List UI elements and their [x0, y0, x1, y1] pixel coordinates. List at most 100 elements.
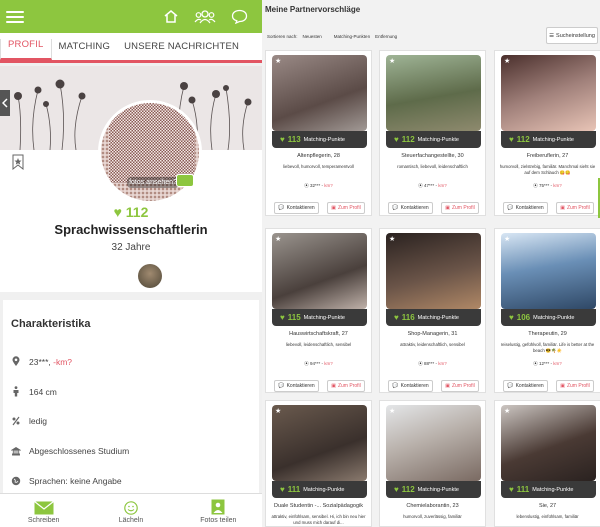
- heart-icon: ♥: [394, 485, 399, 494]
- contact-button[interactable]: 💬 Kontaktieren: [388, 202, 433, 214]
- favorite-star-icon[interactable]: ★: [504, 235, 510, 243]
- relationship-icon: [11, 416, 21, 426]
- chat-icon: 💬: [507, 205, 514, 211]
- suggestion-card[interactable]: ★ ♥ 111 Matching-Punkte Duale Studentin -...…: [265, 400, 372, 527]
- profile-tabs: PROFIL MATCHING UNSERE NACHRICHTEN: [0, 33, 262, 63]
- menu-icon[interactable]: [6, 10, 24, 23]
- matching-bar: ♥ 116 Matching-Punkte: [386, 309, 481, 326]
- suggestion-card[interactable]: ★ ♥ 115 Matching-Punkte Hauswirtschaftskraft…: [265, 228, 372, 393]
- smile-button[interactable]: Lächeln: [87, 494, 174, 527]
- suggestion-photo[interactable]: ★: [272, 405, 367, 481]
- view-profile-button[interactable]: ▣ Zum Profil: [327, 380, 365, 392]
- bookmark-star-icon[interactable]: [12, 154, 24, 175]
- matching-label: Matching-Punkte: [417, 136, 459, 143]
- suggestion-location: ⦿ 75*** - km?: [533, 183, 562, 188]
- tab-nachrichten[interactable]: UNSERE NACHRICHTEN: [117, 41, 246, 60]
- share-photos-button[interactable]: Fotos teilen: [175, 494, 262, 527]
- view-profile-button[interactable]: ▣ Zum Profil: [556, 202, 594, 214]
- suggestion-photo[interactable]: ★: [501, 55, 596, 131]
- favorite-star-icon[interactable]: ★: [275, 407, 281, 415]
- matching-points: 115: [287, 313, 301, 322]
- contact-button[interactable]: 💬 Kontaktieren: [274, 202, 319, 214]
- globe-icon: [11, 476, 21, 486]
- contact-button[interactable]: 💬 Kontaktieren: [503, 380, 548, 392]
- contact-button[interactable]: 💬 Kontaktieren: [388, 380, 433, 392]
- tab-profil[interactable]: PROFIL: [0, 39, 52, 60]
- search-settings-button[interactable]: ☰ Sucheinstellung: [546, 27, 598, 44]
- profile-title: Sprachwissenschaftlerin: [54, 222, 208, 237]
- suggestion-card[interactable]: ★ ♥ 116 Matching-Punkte Shop-Managerin, 31 at…: [379, 228, 486, 393]
- location-pin-icon: ⦿: [533, 361, 538, 366]
- matching-bar: ♥ 115 Matching-Punkte: [272, 309, 367, 326]
- profile-icon: ▣: [560, 383, 565, 389]
- suggestion-name: Sie, 27: [538, 503, 557, 509]
- tab-matching[interactable]: MATCHING: [52, 41, 118, 60]
- suggestion-name: Freiberuflerin, 27: [526, 153, 569, 159]
- matching-points: 112: [401, 135, 415, 144]
- matching-points: 112: [516, 135, 530, 144]
- write-button[interactable]: Schreiben: [0, 494, 87, 527]
- profile-avatar[interactable]: fotos ansehen?: [98, 100, 202, 204]
- favorite-star-icon[interactable]: ★: [389, 57, 395, 65]
- suggestion-name: Hauswirtschaftskraft, 27: [289, 331, 348, 337]
- suggestion-photo[interactable]: ★: [272, 233, 367, 309]
- contact-button[interactable]: 💬 Kontaktieren: [274, 380, 319, 392]
- view-profile-button[interactable]: ▣ Zum Profil: [327, 202, 365, 214]
- suggestion-card[interactable]: ★ ♥ 112 Matching-Punkte Steuerfachangestellt…: [379, 50, 486, 216]
- view-profile-button[interactable]: ▣ Zum Profil: [441, 380, 479, 392]
- favorite-star-icon[interactable]: ★: [389, 407, 395, 415]
- suggestions-panel: Meine Partnervorschläge Sortieren nach: …: [262, 0, 600, 527]
- profile-panel: PROFIL MATCHING UNSERE NACHRICHTEN fotos…: [0, 0, 262, 527]
- suggestion-tags: reiselustig, gefühlvoll, familiär. Life …: [500, 342, 595, 353]
- suggestion-card[interactable]: ★ ♥ 112 Matching-Punkte Chemielaborantin, 23…: [379, 400, 486, 527]
- suggestion-tags: romantisch, liebevoll, leidenschaftlich: [397, 164, 468, 169]
- suggestion-card[interactable]: ★ ♥ 111 Matching-Punkte Sie, 27 lebenslustig,…: [494, 400, 600, 527]
- favorite-star-icon[interactable]: ★: [389, 235, 395, 243]
- suggestion-location: ⦿ 88*** - km?: [418, 361, 447, 366]
- cover-prev-arrow[interactable]: [0, 90, 10, 116]
- suggestion-tags: attraktiv, leidenschaftlich, sensibel: [400, 342, 465, 347]
- view-profile-button[interactable]: ▣ Zum Profil: [556, 380, 594, 392]
- matching-points: 112: [401, 485, 415, 494]
- status-row: ledig: [11, 416, 47, 426]
- view-profile-button[interactable]: ▣ Zum Profil: [441, 202, 479, 214]
- suggestion-tags: liebevoll, humorvoll, temperamentvoll: [283, 164, 354, 169]
- top-bar: [0, 0, 262, 33]
- location-pin-icon: ⦿: [304, 183, 309, 188]
- favorite-star-icon[interactable]: ★: [504, 57, 510, 65]
- suggestion-photo[interactable]: ★: [501, 233, 596, 309]
- matching-label: Matching-Punkte: [533, 314, 575, 321]
- suggestion-card[interactable]: ★ ♥ 113 Matching-Punkte Altenpflegerin, 28 li…: [265, 50, 372, 216]
- heart-icon: ♥: [280, 313, 285, 322]
- suggestion-photo[interactable]: ★: [386, 233, 481, 309]
- matching-points: 111: [516, 485, 530, 494]
- suggestion-name: Shop-Managerin, 31: [407, 331, 458, 337]
- favorite-star-icon[interactable]: ★: [504, 407, 510, 415]
- sort-distance[interactable]: Entfernung: [375, 34, 397, 39]
- chat-icon: 💬: [507, 383, 514, 389]
- chat-icon: 💬: [278, 383, 285, 389]
- sort-matching[interactable]: Matching-Punkten: [334, 34, 370, 39]
- profile-age: 32 Jahre: [111, 242, 151, 253]
- smile-icon: [124, 501, 138, 515]
- matching-label: Matching-Punkte: [303, 136, 345, 143]
- profile-icon: ▣: [560, 205, 565, 211]
- suggestion-card[interactable]: ★ ♥ 112 Matching-Punkte Freiberuflerin, 27 hu…: [494, 50, 600, 216]
- suggestion-photo[interactable]: ★: [386, 405, 481, 481]
- suggestion-photo[interactable]: ★: [272, 55, 367, 131]
- suggestion-card[interactable]: ★ ♥ 106 Matching-Punkte Therapeutin, 29 reise…: [494, 228, 600, 393]
- suggestion-photo[interactable]: ★: [501, 405, 596, 481]
- favorite-star-icon[interactable]: ★: [275, 57, 281, 65]
- photo-overlay-label[interactable]: fotos ansehen?: [127, 177, 179, 188]
- matching-bar: ♥ 112 Matching-Punkte: [386, 481, 481, 498]
- sort-newest[interactable]: Neuesten: [303, 34, 322, 39]
- person-height-icon: [11, 386, 21, 397]
- contact-button[interactable]: 💬 Kontaktieren: [503, 202, 548, 214]
- mini-avatar[interactable]: [138, 264, 162, 288]
- chat-icon[interactable]: [222, 0, 256, 33]
- group-icon[interactable]: [188, 0, 222, 33]
- heart-icon: ♥: [394, 135, 399, 144]
- suggestion-photo[interactable]: ★: [386, 55, 481, 131]
- home-icon[interactable]: [154, 0, 188, 33]
- favorite-star-icon[interactable]: ★: [275, 235, 281, 243]
